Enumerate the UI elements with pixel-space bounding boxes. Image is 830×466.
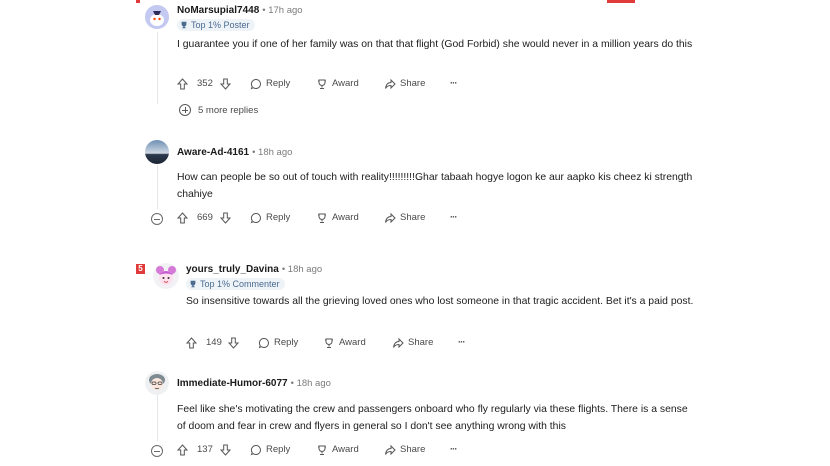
avatar[interactable] — [153, 263, 179, 289]
plus-circle-icon — [179, 104, 191, 116]
trophy-icon — [190, 280, 196, 288]
thread-line — [157, 395, 158, 441]
avatar[interactable] — [145, 140, 169, 164]
share-button[interactable]: Share — [384, 442, 425, 458]
share-button[interactable]: Share — [384, 210, 425, 226]
upvote-icon — [177, 212, 188, 224]
upvote-button[interactable] — [186, 335, 197, 351]
upvote-button[interactable] — [177, 210, 188, 226]
award-button[interactable]: Award — [316, 76, 359, 92]
comment-bubble-icon — [250, 212, 261, 224]
landscape-avatar-icon — [145, 140, 169, 164]
award-button[interactable]: Award — [316, 210, 359, 226]
share-icon — [393, 337, 404, 349]
award-icon — [318, 213, 326, 223]
downvote-button[interactable] — [228, 335, 239, 351]
downvote-button[interactable] — [220, 210, 231, 226]
user-badge: Top 1% Commenter — [186, 278, 285, 290]
downvote-icon — [228, 337, 239, 349]
downvote-icon — [220, 212, 231, 224]
thread-line — [157, 165, 158, 209]
award-icon — [318, 445, 326, 455]
share-icon — [385, 78, 396, 90]
vote-count: 149 — [206, 337, 222, 348]
share-icon — [385, 444, 396, 456]
more-options-button[interactable]: ··· — [458, 335, 465, 351]
reply-button[interactable]: Reply — [250, 442, 290, 458]
award-icon — [325, 338, 333, 348]
more-options-button[interactable]: ··· — [450, 442, 457, 458]
snoo-avatar-icon — [145, 5, 169, 29]
share-icon — [385, 212, 396, 224]
timestamp: • 18h ago — [290, 378, 331, 389]
reply-button[interactable]: Reply — [250, 76, 290, 92]
upvote-button[interactable] — [177, 76, 188, 92]
reply-button[interactable]: Reply — [250, 210, 290, 226]
comment-bubble-icon — [250, 444, 261, 456]
upvote-icon — [177, 78, 188, 90]
avatar[interactable] — [145, 5, 169, 29]
award-button[interactable]: Award — [323, 335, 366, 351]
vote-count: 669 — [197, 212, 213, 223]
comment-author[interactable]: yours_truly_Davina • 18h ago — [186, 264, 322, 275]
collapse-thread-button[interactable] — [151, 213, 163, 225]
upvote-button[interactable] — [177, 442, 188, 458]
comment-actions: 352 Reply Award Share ··· — [177, 76, 597, 92]
timestamp: • 17h ago — [262, 5, 303, 16]
comment-bubble-icon — [250, 78, 261, 90]
comment-body: I guarantee you if one of her family was… — [177, 39, 693, 50]
downvote-button[interactable] — [220, 76, 231, 92]
username[interactable]: NoMarsupial7448 — [177, 5, 259, 16]
comment-author[interactable]: Aware-Ad-4161 • 18h ago — [177, 147, 292, 158]
thread-line — [157, 32, 158, 104]
username[interactable]: yours_truly_Davina — [186, 264, 279, 275]
vote-count: 352 — [197, 78, 213, 89]
avatar[interactable] — [145, 371, 169, 395]
vote-count: 137 — [197, 444, 213, 455]
top-red-marker — [136, 0, 140, 3]
downvote-icon — [220, 444, 231, 456]
upvote-icon — [177, 444, 188, 456]
comment-body: Feel like she's motivating the crew and … — [177, 404, 688, 432]
comment-body: So insensitive towards all the grieving … — [186, 296, 694, 307]
marker-badge: 5 — [136, 264, 145, 274]
award-button[interactable]: Award — [316, 442, 359, 458]
comment-bubble-icon — [258, 337, 269, 349]
collapse-thread-button[interactable] — [151, 445, 163, 457]
user-badge: Top 1% Poster — [177, 19, 255, 31]
share-button[interactable]: Share — [392, 335, 433, 351]
more-replies-link[interactable]: 5 more replies — [179, 104, 258, 116]
award-icon — [318, 79, 326, 89]
downvote-icon — [220, 78, 231, 90]
top-red-tag — [607, 0, 635, 3]
comment-body: How can people be so out of touch with r… — [177, 172, 693, 200]
character-avatar-icon — [153, 263, 179, 289]
reply-button[interactable]: Reply — [258, 335, 298, 351]
comment-actions: 149 Reply Award Share ··· — [186, 335, 606, 351]
share-button[interactable]: Share — [384, 76, 425, 92]
downvote-button[interactable] — [220, 442, 231, 458]
username[interactable]: Aware-Ad-4161 — [177, 147, 249, 158]
comment-author[interactable]: NoMarsupial7448 • 17h ago — [177, 5, 303, 16]
character-avatar-icon — [145, 371, 169, 395]
more-options-button[interactable]: ··· — [450, 76, 457, 92]
comment-author[interactable]: Immediate-Humor-6077 • 18h ago — [177, 378, 331, 389]
upvote-icon — [186, 337, 197, 349]
more-options-button[interactable]: ··· — [450, 210, 457, 226]
username[interactable]: Immediate-Humor-6077 — [177, 378, 288, 389]
timestamp: • 18h ago — [281, 264, 323, 275]
trophy-icon — [181, 21, 187, 29]
timestamp: • 18h ago — [252, 147, 293, 158]
comment-actions: 137 Reply Award Share ··· — [177, 442, 597, 458]
comment-actions: 669 Reply Award Share ··· — [177, 210, 597, 226]
